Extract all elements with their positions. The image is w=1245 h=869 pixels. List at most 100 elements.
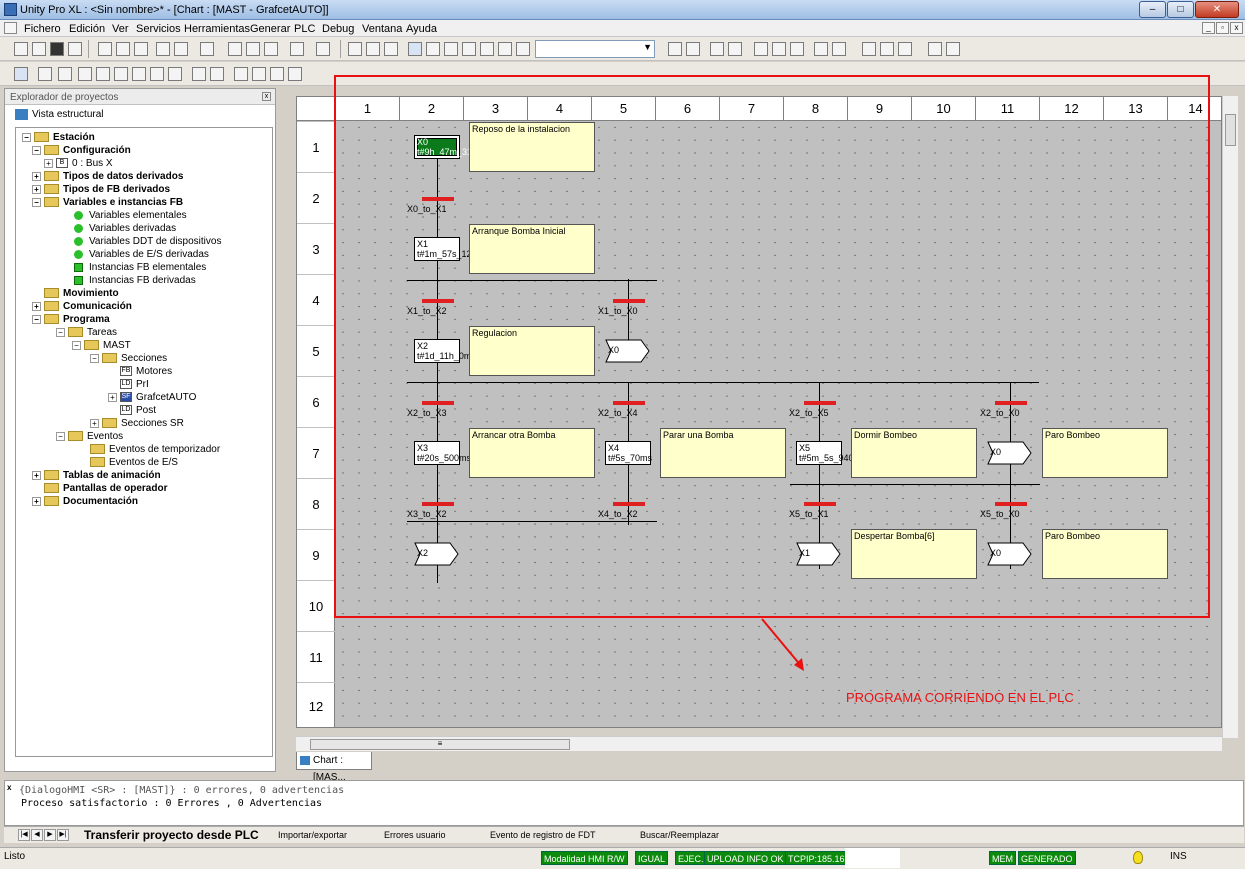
library-icon[interactable] xyxy=(316,42,330,56)
tab-importar[interactable]: Importar/exportar xyxy=(278,830,347,840)
rebuild-icon[interactable] xyxy=(366,42,380,56)
tree-item-secciones-sr[interactable]: + Secciones SR xyxy=(90,417,184,430)
menu-servicios[interactable]: Servicios xyxy=(136,23,181,35)
menu-herramientas[interactable]: Herramientas xyxy=(184,23,250,35)
search-combo[interactable]: ▼ xyxy=(535,40,655,58)
vertical-scrollbar[interactable] xyxy=(1222,96,1238,738)
scroll-thumb[interactable]: ≡ xyxy=(310,739,570,750)
undo-icon[interactable] xyxy=(156,42,170,56)
tree-item-grafcetauto[interactable]: + SF GrafcetAUTO xyxy=(108,391,196,404)
delete-col-icon[interactable] xyxy=(288,67,302,81)
tree-item-fb-elementales[interactable]: Instancias FB elementales xyxy=(74,261,206,274)
tree-icon[interactable] xyxy=(426,42,440,56)
tree-item-documentacion[interactable]: + Documentación xyxy=(32,495,138,508)
connect-icon[interactable] xyxy=(668,42,682,56)
find-icon[interactable] xyxy=(228,42,242,56)
menu-generar[interactable]: Generar xyxy=(250,23,290,35)
next-tab-icon[interactable]: ▶ xyxy=(44,829,56,841)
transition-icon[interactable] xyxy=(78,67,92,81)
disconnect-icon[interactable] xyxy=(686,42,700,56)
table-icon[interactable] xyxy=(444,42,458,56)
tree-item-tablas-animacion[interactable]: + Tablas de animación xyxy=(32,469,161,482)
tree-item-movimiento[interactable]: Movimiento xyxy=(44,287,119,300)
editor-icon[interactable] xyxy=(408,42,422,56)
menu-ver[interactable]: Ver xyxy=(112,23,129,35)
watch-icon[interactable] xyxy=(814,42,828,56)
horizontal-scrollbar[interactable]: ≡ xyxy=(296,736,1222,751)
jump-icon[interactable] xyxy=(96,67,110,81)
macro-step-icon[interactable] xyxy=(58,67,72,81)
context-help-icon[interactable] xyxy=(946,42,960,56)
delete-row-icon[interactable] xyxy=(270,67,284,81)
menu-ayuda[interactable]: Ayuda xyxy=(406,23,437,35)
copy-icon[interactable] xyxy=(98,42,112,56)
search-next-icon[interactable] xyxy=(498,42,512,56)
cut-icon[interactable] xyxy=(116,42,130,56)
save-icon[interactable] xyxy=(50,42,64,56)
tree-item-programa[interactable]: − Programa xyxy=(32,313,110,326)
search-var-icon[interactable] xyxy=(480,42,494,56)
build-icon[interactable] xyxy=(348,42,362,56)
alt-branch-icon[interactable] xyxy=(114,67,128,81)
scroll-thumb[interactable] xyxy=(1225,114,1236,146)
monitor-icon[interactable] xyxy=(832,42,846,56)
tab-buscar[interactable]: Buscar/Reemplazar xyxy=(640,830,719,840)
tab-evento-fdt[interactable]: Evento de registro de FDT xyxy=(490,830,596,840)
new-icon[interactable] xyxy=(14,42,28,56)
close-icon[interactable]: x xyxy=(262,92,271,101)
menu-plc[interactable]: PLC xyxy=(294,23,315,35)
run-icon[interactable] xyxy=(754,42,768,56)
tab-transferir[interactable]: Transferir proyecto desde PLC xyxy=(84,828,259,842)
tree-item-variables-fb[interactable]: − Variables e instancias FB xyxy=(32,196,183,209)
insert-col-icon[interactable] xyxy=(252,67,266,81)
tree-item-var-elementales[interactable]: Variables elementales xyxy=(74,209,187,222)
close-button[interactable]: ✕ xyxy=(1195,1,1239,18)
window-icon[interactable] xyxy=(290,42,304,56)
tree-item-pri[interactable]: LD PrI xyxy=(120,378,149,391)
cascade-icon[interactable] xyxy=(898,42,912,56)
document-icon[interactable] xyxy=(4,22,17,34)
mdi-close-icon[interactable]: x xyxy=(1230,22,1243,34)
paste-icon[interactable] xyxy=(134,42,148,56)
tree-item-comunicacion[interactable]: + Comunicación xyxy=(32,300,132,313)
alt-joint-icon[interactable] xyxy=(132,67,146,81)
goto-icon[interactable] xyxy=(264,42,278,56)
minimize-button[interactable]: – xyxy=(1139,1,1166,18)
tree-item-estacion[interactable]: − Estación xyxy=(22,131,95,144)
tree-item-eventos-temporizador[interactable]: Eventos de temporizador xyxy=(90,443,220,456)
tree-item-configuracion[interactable]: − Configuración xyxy=(32,144,131,157)
tree-item-eventos[interactable]: − Eventos xyxy=(56,430,123,443)
step-icon[interactable] xyxy=(38,67,52,81)
tree-item-bus-x[interactable]: + B 0 : Bus X xyxy=(44,157,113,170)
tree-item-pantallas[interactable]: Pantallas de operador xyxy=(44,482,167,495)
tile-h-icon[interactable] xyxy=(862,42,876,56)
mdi-minimize-icon[interactable]: _ xyxy=(1202,22,1215,34)
tree-item-mast[interactable]: − MAST xyxy=(72,339,131,352)
prev-tab-icon[interactable]: ◀ xyxy=(31,829,43,841)
link-icon[interactable] xyxy=(192,67,206,81)
first-tab-icon[interactable]: |◀ xyxy=(18,829,30,841)
tree-item-eventos-es[interactable]: Eventos de E/S xyxy=(90,456,178,469)
tree-item-fb-derivadas[interactable]: Instancias FB derivadas xyxy=(74,274,196,287)
tree-item-var-derivadas[interactable]: Variables derivadas xyxy=(74,222,176,235)
tree-item-var-es[interactable]: Variables de E/S derivadas xyxy=(74,248,209,261)
menu-fichero[interactable]: Fichero xyxy=(24,23,61,35)
maximize-button[interactable]: □ xyxy=(1167,1,1194,18)
print-icon[interactable] xyxy=(68,42,82,56)
open-icon[interactable] xyxy=(32,42,46,56)
tree-item-var-ddt[interactable]: Variables DDT de dispositivos xyxy=(74,235,221,248)
close-icon[interactable]: x xyxy=(7,783,11,792)
help-icon[interactable] xyxy=(928,42,942,56)
stop-icon[interactable] xyxy=(772,42,786,56)
simulator-icon[interactable] xyxy=(710,42,724,56)
redo-icon[interactable] xyxy=(174,42,188,56)
tree-item-tipos-datos[interactable]: + Tipos de datos derivados xyxy=(32,170,183,183)
comment-icon[interactable] xyxy=(210,67,224,81)
validate-icon[interactable] xyxy=(200,42,214,56)
par-joint-icon[interactable] xyxy=(168,67,182,81)
tree-item-motores[interactable]: FB Motores xyxy=(120,365,172,378)
tree-item-post[interactable]: LD Post xyxy=(120,404,156,417)
tree-item-tipos-fb[interactable]: + Tipos de FB derivados xyxy=(32,183,170,196)
select-pointer-icon[interactable] xyxy=(14,67,28,81)
tree-item-tareas[interactable]: − Tareas xyxy=(56,326,117,339)
